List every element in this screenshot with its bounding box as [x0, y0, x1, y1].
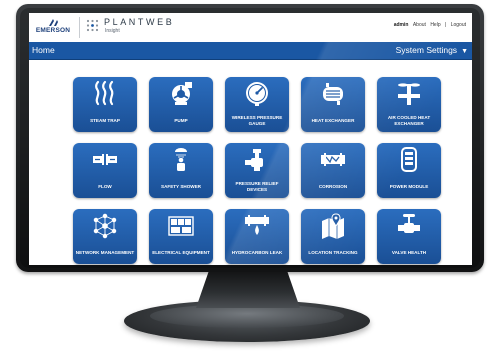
tile-label: NETWORK MANAGEMENT	[75, 249, 135, 255]
monitor-neck	[196, 272, 300, 308]
system-settings-menu[interactable]: System Settings ▼	[396, 45, 468, 57]
user-links: admin About Help | Logout	[391, 22, 466, 28]
corrosion-icon	[321, 153, 345, 166]
top-bar: EMERSON PLANTWEB Insight admin About Hel…	[29, 13, 472, 42]
logo-divider	[79, 17, 80, 38]
tile-valve-health[interactable]: VALVE HEALTH	[377, 209, 441, 264]
air-cooled-exchanger-icon	[398, 83, 420, 105]
tile-label: HEAT EXCHANGER	[311, 117, 355, 123]
location-tracking-icon	[322, 213, 344, 239]
about-link[interactable]: About	[413, 22, 426, 28]
power-module-icon	[401, 147, 417, 172]
system-settings-label: System Settings	[395, 45, 458, 55]
tile-steam-trap[interactable]: STEAM TRAP	[73, 77, 137, 132]
gauge-icon	[246, 82, 268, 106]
tile-air-cooled-heat-exchanger[interactable]: AIR COOLED HEAT EXCHANGER	[377, 77, 441, 132]
user-name[interactable]: admin	[394, 22, 409, 28]
safety-shower-icon	[175, 148, 187, 171]
steam-icon	[95, 80, 114, 106]
tile-label: LOCATION TRACKING	[308, 249, 358, 255]
tile-pump[interactable]: PUMP	[149, 77, 213, 132]
product-subtitle: Insight	[105, 28, 120, 34]
tile-location-tracking[interactable]: LOCATION TRACKING	[301, 209, 365, 264]
emerson-logo-text: EMERSON	[35, 27, 71, 34]
tile-corrosion[interactable]: CORROSION	[301, 143, 365, 198]
electrical-equipment-icon	[168, 216, 194, 236]
heat-exchanger-icon	[323, 83, 343, 105]
tile-label: POWER MODULE	[389, 183, 429, 189]
tile-label: FLOW	[98, 183, 112, 189]
tile-label: AIR COOLED HEAT EXCHANGER	[387, 115, 431, 126]
logout-link[interactable]: Logout	[451, 22, 466, 28]
tile-flow[interactable]: FLOW	[73, 143, 137, 198]
tile-label: PRESSURE RELIEF DEVICES	[235, 181, 279, 192]
tile-wireless-pressure-gauge[interactable]: WIRELESS PRESSURE GAUGE	[225, 77, 289, 132]
product-name: PLANTWEB	[104, 17, 175, 27]
pressure-relief-icon	[245, 149, 263, 171]
tile-hydrocarbon-leak[interactable]: HYDROCARBON LEAK	[225, 209, 289, 264]
nav-bar: Home System Settings ▼	[29, 42, 472, 60]
tile-heat-exchanger[interactable]: HEAT EXCHANGER	[301, 77, 365, 132]
valve-icon	[398, 214, 420, 233]
emerson-logo[interactable]: EMERSON	[33, 18, 73, 40]
tile-label: PUMP	[174, 117, 188, 123]
tile-safety-shower[interactable]: SAFETY SHOWER	[149, 143, 213, 198]
pump-icon	[172, 82, 192, 105]
tile-network-management[interactable]: NETWORK MANAGEMENT	[73, 209, 137, 264]
chevron-down-icon: ▼	[461, 48, 468, 55]
tile-label: SAFETY SHOWER	[161, 183, 201, 189]
tile-label: STEAM TRAP	[90, 117, 120, 123]
link-separator: |	[445, 22, 447, 28]
network-icon	[93, 213, 117, 239]
emerson-logo-icon	[48, 19, 58, 26]
tile-label: ELECTRICAL EQUIPMENT	[152, 249, 210, 255]
tile-label: WIRELESS PRESSURE GAUGE	[231, 115, 283, 126]
help-link[interactable]: Help	[430, 22, 440, 28]
home-link[interactable]: Home	[32, 45, 55, 55]
app-tile-grid: STEAM TRAP PUMP WIRELESS PRESSURE GAUGE …	[73, 77, 442, 264]
plantweb-logo-icon	[86, 19, 99, 32]
flow-icon	[93, 154, 117, 165]
hydrocarbon-leak-icon	[245, 215, 269, 235]
monitor-bezel: EMERSON PLANTWEB Insight admin About Hel…	[16, 4, 484, 272]
tile-label: VALVE HEALTH	[391, 249, 427, 255]
tile-electrical-equipment[interactable]: ELECTRICAL EQUIPMENT	[149, 209, 213, 264]
tile-pressure-relief-devices[interactable]: PRESSURE RELIEF DEVICES	[225, 143, 289, 198]
app-screen: EMERSON PLANTWEB Insight admin About Hel…	[29, 13, 472, 265]
tile-label: CORROSION	[318, 183, 348, 189]
tile-label: HYDROCARBON LEAK	[231, 249, 283, 255]
tile-power-module[interactable]: POWER MODULE	[377, 143, 441, 198]
